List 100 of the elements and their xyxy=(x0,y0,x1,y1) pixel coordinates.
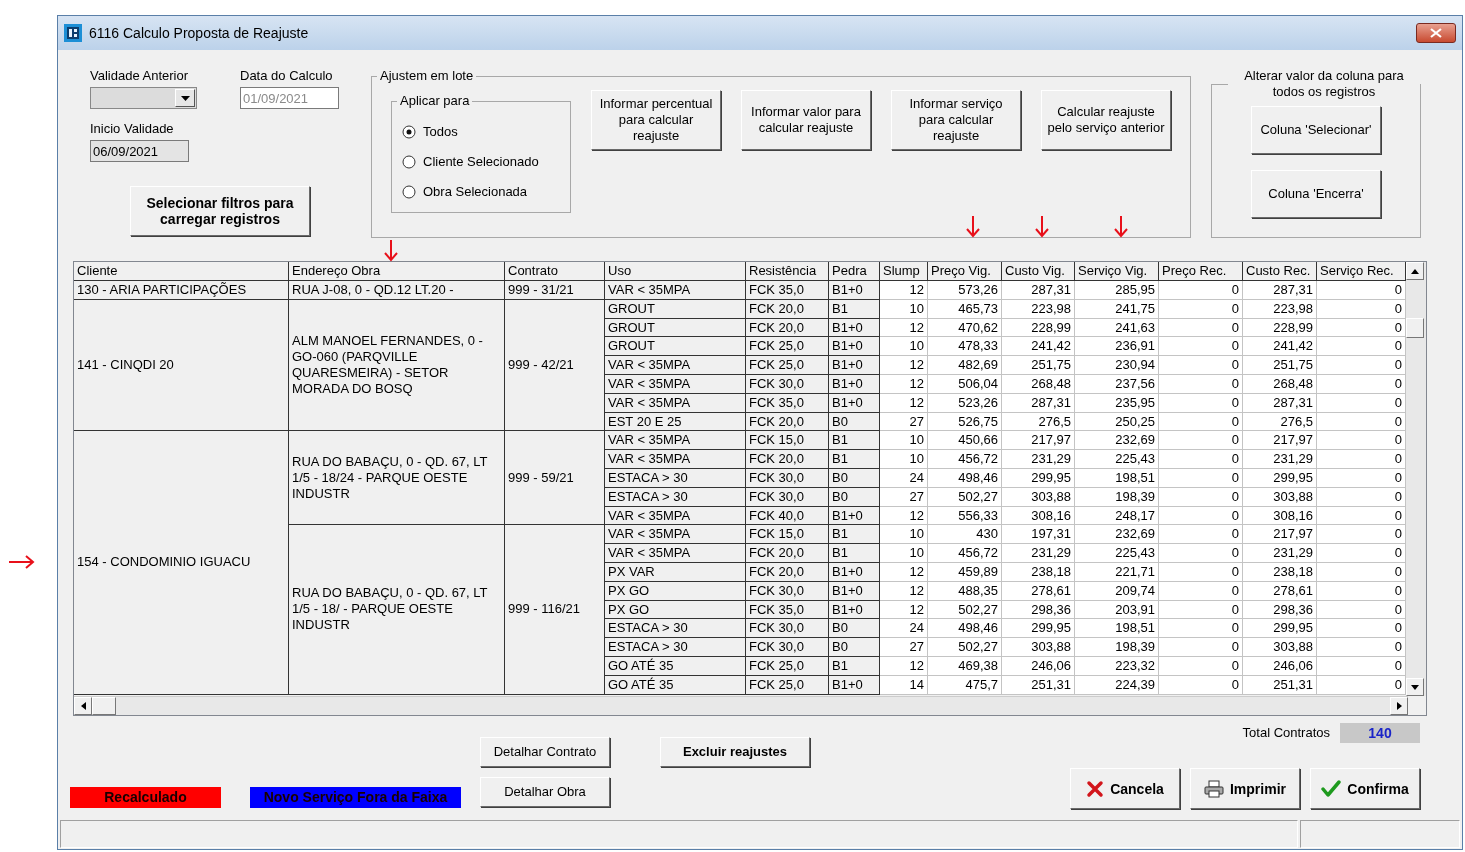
table-cell: VAR < 35MPA xyxy=(605,356,746,375)
table-cell: 0 xyxy=(1317,281,1406,300)
load-button[interactable]: Selecionar filtros para carregar registros xyxy=(130,186,310,236)
table-cell: 10 xyxy=(880,544,928,563)
arrow-icon xyxy=(384,240,398,262)
action-button[interactable]: Informar percentual para calcular reajuste xyxy=(591,90,721,150)
column-header[interactable]: Pedra xyxy=(829,262,880,281)
table-cell: FCK 15,0 xyxy=(746,431,829,451)
column-header[interactable]: Contrato xyxy=(505,262,605,281)
radio-option[interactable]: Obra Selecionada xyxy=(402,183,570,200)
table-cell: B1+0 xyxy=(829,356,880,375)
scroll-left-button[interactable] xyxy=(74,697,92,715)
column-header[interactable]: Preço Vig. xyxy=(928,262,1002,281)
arrow-icon xyxy=(966,216,980,238)
table-cell: 303,88 xyxy=(1243,638,1317,657)
table-cell: 450,66 xyxy=(928,431,1002,451)
column-header[interactable]: Custo Vig. xyxy=(1002,262,1075,281)
table-cell: FCK 35,0 xyxy=(746,281,829,300)
table-cell: 0 xyxy=(1159,619,1243,639)
total-label: Total Contratos xyxy=(1242,725,1330,741)
table-cell: 0 xyxy=(1317,619,1406,639)
table-cell: B0 xyxy=(829,619,880,639)
confirm-button[interactable]: Confirma xyxy=(1310,768,1420,809)
table-cell: 232,69 xyxy=(1075,525,1159,545)
table-cell: 10 xyxy=(880,337,928,357)
column-header[interactable]: Slump xyxy=(880,262,928,281)
table-cell: FCK 15,0 xyxy=(746,525,829,545)
action-button[interactable]: Informar valor para calcular reajuste xyxy=(741,90,871,150)
close-button[interactable] xyxy=(1416,23,1456,43)
column-header[interactable]: Preço Rec. xyxy=(1159,262,1243,281)
table-cell: 10 xyxy=(880,450,928,469)
column-button[interactable]: Coluna 'Encerra' xyxy=(1251,170,1381,218)
validity-dropdown[interactable] xyxy=(90,87,197,109)
table-cell: 231,29 xyxy=(1002,544,1075,563)
table-cell: 482,69 xyxy=(928,356,1002,375)
left-arrow-icon xyxy=(80,702,86,710)
table-cell: B1 xyxy=(829,450,880,469)
table-cell: 198,39 xyxy=(1075,638,1159,657)
radio-option[interactable]: Todos xyxy=(402,123,570,140)
table-cell: 456,72 xyxy=(928,544,1002,563)
table-cell: 0 xyxy=(1159,281,1243,300)
table-cell: 0 xyxy=(1317,450,1406,469)
column-header[interactable]: Resistência xyxy=(746,262,829,281)
table-cell: 232,69 xyxy=(1075,431,1159,451)
column-header[interactable]: Custo Rec. xyxy=(1243,262,1317,281)
table-cell: FCK 25,0 xyxy=(746,337,829,357)
column-header[interactable]: Endereço Obra xyxy=(289,262,505,281)
dropdown-button[interactable] xyxy=(175,89,195,107)
scroll-right-button[interactable] xyxy=(1390,697,1408,715)
table-cell: FCK 30,0 xyxy=(746,619,829,639)
table-cell: RUA DO BABAÇU, 0 - QD. 67, LT 1/5 - 18/ - PARQUE OESTE INDUSTR xyxy=(289,525,505,695)
right-arrow-icon xyxy=(1396,702,1402,710)
cancel-button[interactable]: Cancela xyxy=(1070,768,1180,809)
action-button[interactable]: Calcular reajuste pelo serviço anterior xyxy=(1041,90,1171,150)
scroll-thumb[interactable] xyxy=(92,697,116,715)
column-header[interactable]: Uso xyxy=(605,262,746,281)
input-field[interactable]: 06/09/2021 xyxy=(90,140,189,162)
table-cell: 198,51 xyxy=(1075,619,1159,639)
exclude-button[interactable]: Excluir reajustes xyxy=(660,737,810,767)
table-cell: 251,75 xyxy=(1243,356,1317,375)
arrow-icon xyxy=(9,555,35,569)
detail-button[interactable]: Detalhar Contrato xyxy=(480,737,610,767)
table-cell: B1+0 xyxy=(829,337,880,357)
table-cell: 999 - 31/21 xyxy=(505,281,605,300)
field-label: Inicio Validade xyxy=(90,121,174,137)
column-header[interactable]: Serviço Rec. xyxy=(1317,262,1406,281)
column-header[interactable]: Serviço Vig. xyxy=(1075,262,1159,281)
table-cell: 231,29 xyxy=(1243,544,1317,563)
table-cell: 241,42 xyxy=(1243,337,1317,357)
column-button[interactable]: Coluna 'Selecionar' xyxy=(1251,106,1381,154)
table-cell: 197,31 xyxy=(1002,525,1075,545)
scrollbar[interactable] xyxy=(74,696,1408,715)
table-cell: 999 - 42/21 xyxy=(505,299,605,432)
table-cell: 303,88 xyxy=(1002,638,1075,657)
table-cell: 12 xyxy=(880,356,928,375)
table-cell: RUA DO BABAÇU, 0 - QD. 67, LT 1/5 - 18/24 - PARQUE OESTE INDUSTR xyxy=(289,431,505,526)
table-cell: 27 xyxy=(880,638,928,657)
print-button[interactable]: Imprimir xyxy=(1190,768,1300,809)
action-button[interactable]: Informar serviço para calcular reajuste xyxy=(891,90,1021,150)
table-cell: 241,42 xyxy=(1002,337,1075,357)
scroll-thumb[interactable] xyxy=(1406,318,1424,338)
table-cell: 0 xyxy=(1317,431,1406,451)
table-cell: 130 - ARIA PARTICIPAÇÕES xyxy=(74,281,289,300)
table-cell: FCK 20,0 xyxy=(746,544,829,563)
table-cell: 154 - CONDOMINIO IGUACU xyxy=(74,431,289,695)
table-cell: B0 xyxy=(829,638,880,657)
table-cell: B1 xyxy=(829,544,880,563)
table-cell: 24 xyxy=(880,619,928,639)
column-header[interactable]: Cliente xyxy=(74,262,289,281)
table-cell: B1 xyxy=(829,525,880,545)
scroll-up-button[interactable] xyxy=(1406,262,1424,280)
scroll-down-button[interactable] xyxy=(1406,678,1424,696)
scrollbar[interactable] xyxy=(1406,262,1426,696)
detail-button[interactable]: Detalhar Obra xyxy=(480,777,610,807)
table-cell: 236,91 xyxy=(1075,337,1159,357)
table-cell: 231,29 xyxy=(1243,450,1317,469)
table-cell: 502,27 xyxy=(928,638,1002,657)
table-cell: 225,43 xyxy=(1075,544,1159,563)
table-cell: FCK 30,0 xyxy=(746,638,829,657)
radio-option[interactable]: Cliente Selecionado xyxy=(402,153,570,170)
